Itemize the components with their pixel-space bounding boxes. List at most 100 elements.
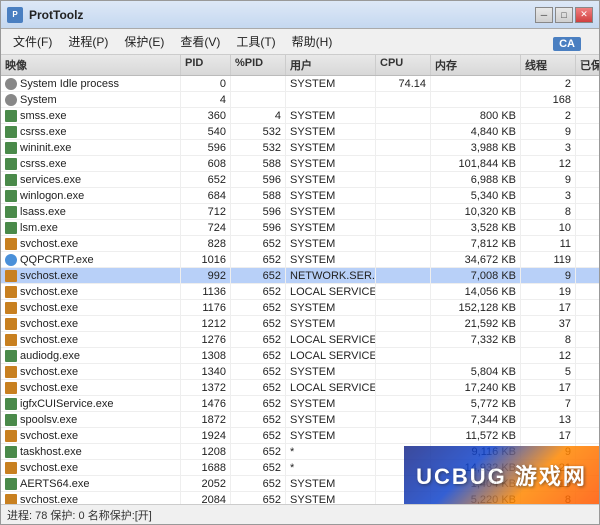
cell-pid: 1276 — [181, 332, 231, 347]
table-row[interactable]: svchost.exe 828 652 SYSTEM 7,812 KB 11 — [1, 236, 599, 252]
table-row[interactable]: svchost.exe 1276 652 LOCAL SERVICE 7,332… — [1, 332, 599, 348]
col-user: 用户 — [286, 55, 376, 75]
table-row[interactable]: csrss.exe 608 588 SYSTEM 101,844 KB 12 — [1, 156, 599, 172]
cell-user: SYSTEM — [286, 492, 376, 504]
table-row[interactable]: smss.exe 360 4 SYSTEM 800 KB 2 — [1, 108, 599, 124]
table-row[interactable]: svchost.exe 1176 652 SYSTEM 152,128 KB 1… — [1, 300, 599, 316]
cell-name: igfxCUIService.exe — [1, 396, 181, 411]
menu-protect[interactable]: 保护(E) — [116, 31, 172, 52]
menu-tools[interactable]: 工具(T) — [228, 31, 283, 52]
cell-cpu — [376, 92, 431, 107]
cell-ppid: 532 — [231, 124, 286, 139]
table-row[interactable]: lsass.exe 712 596 SYSTEM 10,320 KB 8 — [1, 204, 599, 220]
menu-process[interactable]: 进程(P) — [60, 31, 116, 52]
table-row[interactable]: svchost.exe 992 652 NETWORK.SER... 7,008… — [1, 268, 599, 284]
cell-mem — [431, 92, 521, 107]
table-row[interactable]: wininit.exe 596 532 SYSTEM 3,988 KB 3 — [1, 140, 599, 156]
cell-user: SYSTEM — [286, 156, 376, 171]
maximize-button[interactable]: □ — [555, 7, 573, 23]
cell-user: SYSTEM — [286, 220, 376, 235]
cell-protected — [576, 332, 599, 347]
col-ppid: %PID — [231, 55, 286, 75]
table-row[interactable]: svchost.exe 1340 652 SYSTEM 5,804 KB 5 — [1, 364, 599, 380]
cell-name: System — [1, 92, 181, 107]
title-bar: P ProtToolz ─ □ ✕ — [1, 1, 599, 29]
table-row[interactable]: lsm.exe 724 596 SYSTEM 3,528 KB 10 — [1, 220, 599, 236]
cell-protected — [576, 412, 599, 427]
cell-cpu — [376, 236, 431, 251]
cell-user: LOCAL SERVICE — [286, 348, 376, 363]
cell-threads: 10 — [521, 220, 576, 235]
cell-user: SYSTEM — [286, 124, 376, 139]
cell-mem: 21,592 KB — [431, 316, 521, 331]
cell-name: svchost.exe — [1, 268, 181, 283]
cell-name: csrss.exe — [1, 156, 181, 171]
cell-threads: 12 — [521, 348, 576, 363]
table-row[interactable]: QQPCRTP.exe 1016 652 SYSTEM 34,672 KB 11… — [1, 252, 599, 268]
table-row[interactable]: audiodg.exe 1308 652 LOCAL SERVICE 12 — [1, 348, 599, 364]
cell-mem: 5,804 KB — [431, 364, 521, 379]
cell-ppid: 652 — [231, 492, 286, 504]
cell-ppid — [231, 76, 286, 91]
cell-name: services.exe — [1, 172, 181, 187]
table-row[interactable]: igfxCUIService.exe 1476 652 SYSTEM 5,772… — [1, 396, 599, 412]
col-cpu: CPU — [376, 55, 431, 75]
cell-cpu — [376, 428, 431, 443]
cell-ppid: 4 — [231, 108, 286, 123]
cell-protected — [576, 140, 599, 155]
cell-pid: 4 — [181, 92, 231, 107]
cell-name: csrss.exe — [1, 124, 181, 139]
table-row[interactable]: svchost.exe 1372 652 LOCAL SERVICE 17,24… — [1, 380, 599, 396]
cell-name: svchost.exe — [1, 316, 181, 331]
cell-ppid: 652 — [231, 332, 286, 347]
cell-pid: 608 — [181, 156, 231, 171]
table-row[interactable]: spoolsv.exe 1872 652 SYSTEM 7,344 KB 13 — [1, 412, 599, 428]
cell-protected — [576, 284, 599, 299]
minimize-button[interactable]: ─ — [535, 7, 553, 23]
cell-user: * — [286, 460, 376, 475]
cell-name: taskhost.exe — [1, 444, 181, 459]
cell-mem: 6,988 KB — [431, 172, 521, 187]
table-body[interactable]: System Idle process 0 SYSTEM 74.14 2 Sys… — [1, 76, 599, 504]
cell-cpu — [376, 412, 431, 427]
menu-file[interactable]: 文件(F) — [5, 31, 60, 52]
table-row[interactable]: System 4 168 — [1, 92, 599, 108]
cell-user: SYSTEM — [286, 236, 376, 251]
cell-mem — [431, 76, 521, 91]
cell-name: svchost.exe — [1, 284, 181, 299]
cell-cpu — [376, 332, 431, 347]
table-row[interactable]: csrss.exe 540 532 SYSTEM 4,840 KB 9 — [1, 124, 599, 140]
cell-cpu — [376, 156, 431, 171]
cell-cpu: 74.14 — [376, 76, 431, 91]
cell-protected — [576, 252, 599, 267]
cell-user: SYSTEM — [286, 476, 376, 491]
cell-cpu — [376, 348, 431, 363]
cell-threads: 12 — [521, 156, 576, 171]
cell-ppid: 652 — [231, 364, 286, 379]
cell-user: SYSTEM — [286, 300, 376, 315]
close-button[interactable]: ✕ — [575, 7, 593, 23]
cell-ppid: 652 — [231, 252, 286, 267]
cell-mem: 7,332 KB — [431, 332, 521, 347]
cell-pid: 1308 — [181, 348, 231, 363]
window-controls: ─ □ ✕ — [535, 7, 593, 23]
table-row[interactable]: svchost.exe 1924 652 SYSTEM 11,572 KB 17 — [1, 428, 599, 444]
cell-cpu — [376, 300, 431, 315]
table-row[interactable]: System Idle process 0 SYSTEM 74.14 2 — [1, 76, 599, 92]
menu-view[interactable]: 查看(V) — [172, 31, 228, 52]
cell-threads: 3 — [521, 188, 576, 203]
cell-pid: 1372 — [181, 380, 231, 395]
cell-name: wininit.exe — [1, 140, 181, 155]
cell-threads: 119 — [521, 252, 576, 267]
cell-protected — [576, 124, 599, 139]
table-row[interactable]: services.exe 652 596 SYSTEM 6,988 KB 9 — [1, 172, 599, 188]
cell-ppid: 652 — [231, 380, 286, 395]
table-row[interactable]: svchost.exe 1136 652 LOCAL SERVICE 14,05… — [1, 284, 599, 300]
menu-help[interactable]: 帮助(H) — [284, 31, 341, 52]
cell-threads: 17 — [521, 380, 576, 395]
window-title: ProtToolz — [29, 8, 83, 22]
table-row[interactable]: svchost.exe 1212 652 SYSTEM 21,592 KB 37 — [1, 316, 599, 332]
table-row[interactable]: winlogon.exe 684 588 SYSTEM 5,340 KB 3 — [1, 188, 599, 204]
cell-threads: 9 — [521, 172, 576, 187]
cell-name: AERTS64.exe — [1, 476, 181, 491]
